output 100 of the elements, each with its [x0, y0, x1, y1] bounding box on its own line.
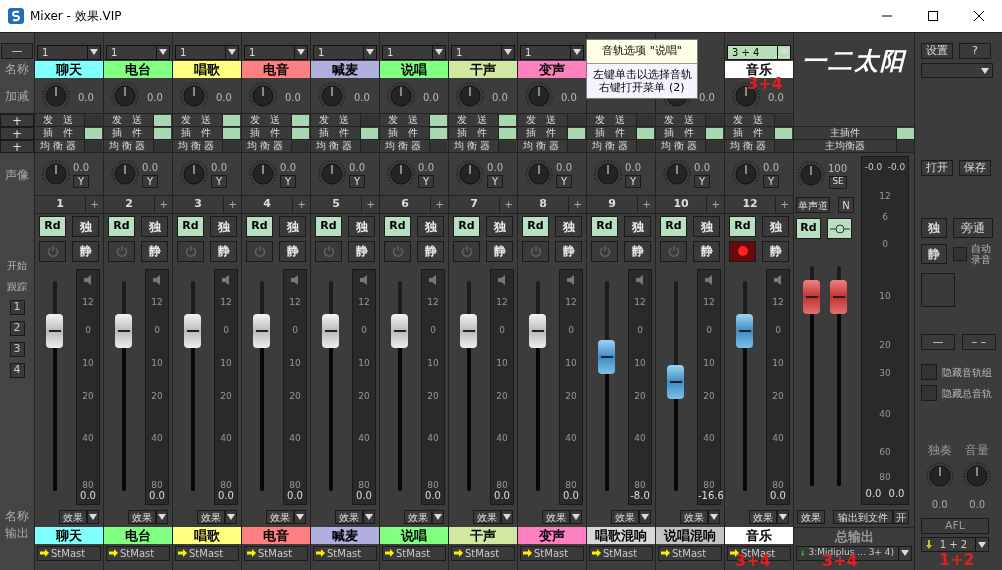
effects-button[interactable]: 效果 — [197, 510, 225, 524]
record-ready-button[interactable]: Rd — [384, 216, 411, 237]
record-ready-button[interactable]: Rd — [246, 216, 273, 237]
output-to-file-button[interactable]: 输出到文件 — [833, 510, 893, 524]
solo-button[interactable]: 独 — [417, 216, 444, 237]
mute-button[interactable]: 静 — [624, 240, 651, 262]
input-dropdown[interactable]: 1 — [520, 44, 584, 60]
help-button[interactable]: ? — [959, 43, 991, 59]
effects-dropdown[interactable] — [777, 510, 789, 524]
output-dropdown[interactable]: StMast — [520, 545, 584, 561]
pan-mode-button[interactable]: Y — [280, 175, 296, 188]
output-dropdown[interactable]: StMast — [37, 545, 101, 561]
mute-button[interactable]: 静 — [279, 240, 306, 262]
pan-mode-button[interactable]: Y — [73, 175, 89, 188]
input-dropdown[interactable]: 1 — [106, 44, 170, 60]
mute-button[interactable]: 静 — [72, 240, 99, 262]
fader-thumb[interactable] — [830, 279, 847, 314]
fader-thumb[interactable] — [184, 314, 201, 349]
solo-button[interactable]: 独 — [486, 216, 513, 237]
save-button[interactable]: 保存 — [959, 160, 991, 176]
effects-dropdown[interactable] — [639, 510, 651, 524]
solo-button[interactable]: 独 — [762, 216, 789, 237]
fader-thumb[interactable] — [115, 314, 132, 349]
record-ready-button[interactable]: Rd — [591, 216, 618, 237]
effects-button[interactable]: 效果 — [473, 510, 501, 524]
power-button[interactable] — [108, 240, 135, 262]
input-dropdown[interactable]: 1 — [175, 44, 239, 60]
solo-button[interactable]: 独 — [555, 216, 582, 237]
link-button[interactable] — [827, 218, 852, 239]
preset-dropdown[interactable] — [921, 63, 993, 78]
effects-button[interactable]: 效果 — [611, 510, 639, 524]
expand-button[interactable]: + — [0, 140, 34, 153]
pan-mode-button[interactable]: Y — [556, 175, 572, 188]
input-dropdown[interactable]: 1 — [244, 44, 308, 60]
fader-thumb[interactable] — [803, 279, 820, 314]
solo-button[interactable]: 独 — [141, 216, 168, 237]
solo-button[interactable]: 独 — [210, 216, 237, 237]
expand-button[interactable]: + — [0, 114, 34, 127]
mute-button[interactable]: 静 — [555, 240, 582, 262]
mute-button[interactable]: 静 — [693, 240, 720, 262]
effects-dropdown[interactable] — [294, 510, 306, 524]
output-dropdown[interactable]: StMast — [589, 545, 653, 561]
pan-mode-button[interactable]: Y — [625, 175, 641, 188]
monitor-dropdown[interactable]: 1 + 2 — [921, 537, 989, 552]
bypass-button[interactable]: 旁通 — [953, 218, 993, 238]
effects-dropdown[interactable] — [501, 510, 513, 524]
mute-button[interactable]: 静 — [762, 240, 789, 262]
expand-button[interactable]: + — [0, 127, 34, 140]
record-ready-button[interactable]: Rd — [177, 216, 204, 237]
power-button[interactable] — [177, 240, 204, 262]
effects-button[interactable]: 效果 — [749, 510, 777, 524]
effects-dropdown[interactable] — [156, 510, 168, 524]
open-button[interactable]: 打开 — [921, 160, 953, 176]
solo-button[interactable]: 独 — [921, 218, 947, 238]
settings-button[interactable]: 设置 — [921, 43, 953, 59]
fader-thumb[interactable] — [460, 314, 477, 349]
collapse-button[interactable]: — — [1, 43, 33, 59]
fader-thumb[interactable] — [736, 314, 753, 349]
effects-button[interactable]: 效果 — [680, 510, 708, 524]
checkbox[interactable] — [921, 385, 937, 401]
pan-mode-button[interactable]: Y — [349, 175, 365, 188]
input-dropdown[interactable]: 1 — [37, 44, 101, 60]
effects-dropdown[interactable] — [363, 510, 375, 524]
mute-button[interactable]: 静 — [210, 240, 237, 262]
stereo-mode-button[interactable]: SE — [829, 175, 848, 189]
pan-mode-button[interactable]: Y — [211, 175, 227, 188]
effects-button[interactable]: 效果 — [542, 510, 570, 524]
track-group-button[interactable]: 2 — [9, 321, 25, 336]
output-dropdown[interactable]: StMast — [175, 545, 239, 561]
mute-button[interactable]: 静 — [486, 240, 513, 262]
power-button[interactable] — [522, 240, 549, 262]
pan-mode-button[interactable]: Y — [694, 175, 710, 188]
output-dropdown[interactable]: StMast — [106, 545, 170, 561]
checkbox[interactable] — [953, 247, 967, 261]
solo-button[interactable]: 独 — [693, 216, 720, 237]
track-group-button[interactable]: 1 — [9, 300, 25, 315]
mono-button[interactable]: 单声道 — [796, 197, 830, 213]
record-button[interactable] — [729, 240, 756, 262]
file-toggle-button[interactable]: 开 — [893, 510, 909, 524]
fader-thumb[interactable] — [253, 314, 270, 349]
power-button[interactable] — [384, 240, 411, 262]
mute-button[interactable]: 静 — [141, 240, 168, 262]
track-group-button[interactable]: 3 — [9, 342, 25, 357]
record-ready-button[interactable]: Rd — [660, 216, 687, 237]
power-button[interactable] — [246, 240, 273, 262]
power-button[interactable] — [591, 240, 618, 262]
solo-button[interactable]: 独 — [72, 216, 99, 237]
double-minus-button[interactable]: – – — [962, 334, 996, 350]
output-dropdown[interactable]: StMast — [244, 545, 308, 561]
effects-dropdown[interactable] — [708, 510, 720, 524]
record-ready-button[interactable]: Rd — [39, 216, 66, 237]
mute-button[interactable]: 静 — [417, 240, 444, 262]
fader-thumb[interactable] — [391, 314, 408, 349]
effects-button[interactable]: 效果 — [59, 510, 87, 524]
solo-button[interactable]: 独 — [348, 216, 375, 237]
afl-button[interactable]: AFL — [921, 518, 989, 534]
fader-thumb[interactable] — [322, 314, 339, 349]
pan-mode-button[interactable]: Y — [418, 175, 434, 188]
fader-thumb[interactable] — [529, 314, 546, 349]
pan-mode-button[interactable]: Y — [487, 175, 503, 188]
